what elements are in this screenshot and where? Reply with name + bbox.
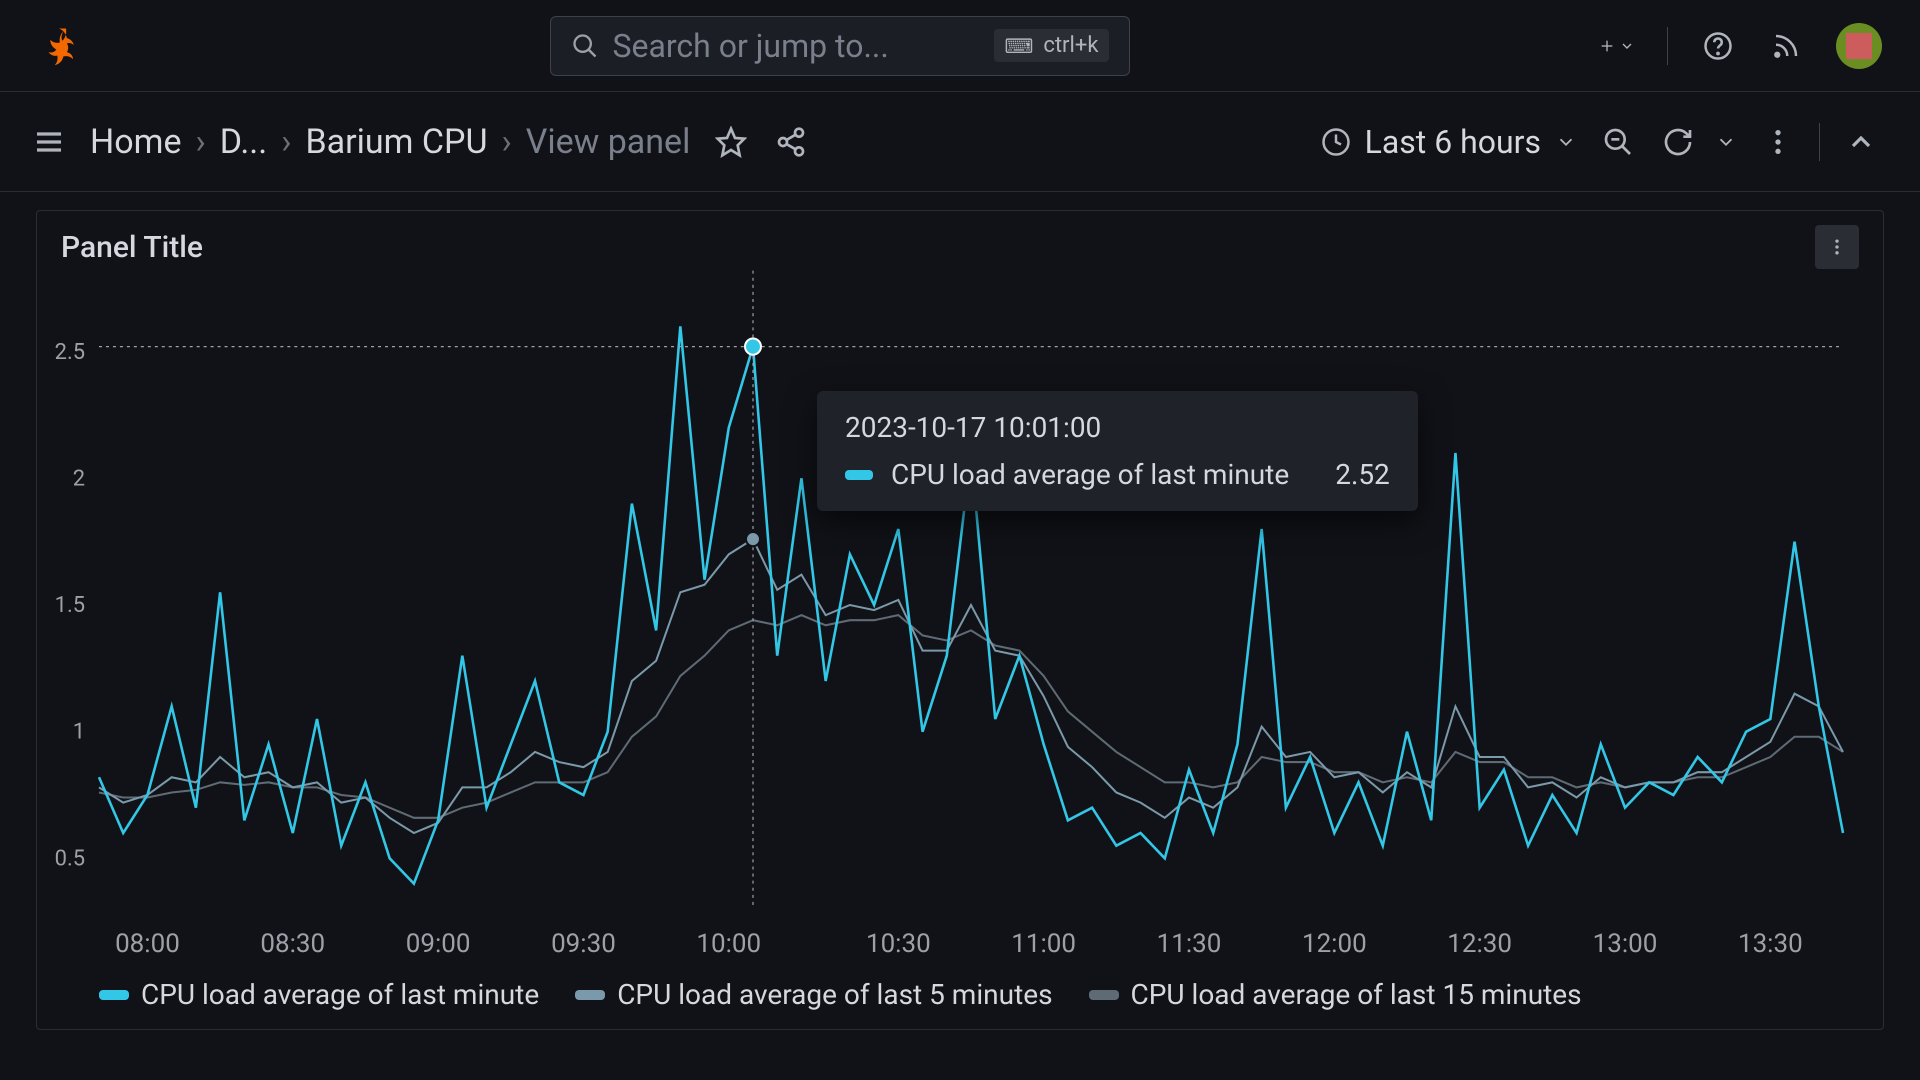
legend: CPU load average of last minute CPU load…	[99, 978, 1843, 1011]
svg-text:0.5: 0.5	[55, 845, 85, 871]
menu-toggle[interactable]	[30, 123, 68, 161]
search-icon	[571, 32, 599, 60]
keyboard-icon: ⌨	[1004, 34, 1033, 58]
zoom-out-button[interactable]	[1599, 123, 1637, 161]
user-avatar[interactable]	[1836, 23, 1882, 69]
svg-text:1: 1	[73, 719, 85, 745]
legend-item[interactable]: CPU load average of last 15 minutes	[1089, 978, 1582, 1011]
breadcrumb-current: View panel	[526, 122, 691, 162]
time-range-picker[interactable]: Last 6 hours	[1321, 123, 1577, 161]
tooltip-series: CPU load average of last minute	[891, 458, 1289, 491]
tooltip-value: 2.52	[1335, 458, 1390, 491]
svg-text:2: 2	[73, 465, 85, 491]
separator	[1819, 123, 1820, 161]
collapse-button[interactable]	[1842, 123, 1880, 161]
search-placeholder: Search or jump to...	[613, 27, 995, 65]
breadcrumb-home[interactable]: Home	[90, 122, 182, 162]
chevron-down-icon	[1555, 131, 1577, 153]
chevron-down-icon	[1619, 31, 1635, 61]
tooltip-time: 2023-10-17 10:01:00	[845, 411, 1390, 444]
tooltip-swatch	[845, 470, 873, 480]
svg-text:1.5: 1.5	[55, 592, 85, 618]
add-button[interactable]	[1599, 28, 1635, 64]
chevron-right-icon: ›	[502, 122, 512, 162]
chevron-down-icon	[1715, 131, 1737, 153]
panel-menu-button[interactable]	[1815, 225, 1859, 269]
legend-item[interactable]: CPU load average of last minute	[99, 978, 539, 1011]
breadcrumb-dashboard[interactable]: Barium CPU	[305, 122, 487, 162]
breadcrumb: Home › D... › Barium CPU › View panel	[90, 122, 690, 162]
refresh-button[interactable]	[1659, 123, 1697, 161]
more-button[interactable]	[1759, 123, 1797, 161]
grafana-logo[interactable]	[38, 25, 80, 67]
chart-tooltip: 2023-10-17 10:01:00 CPU load average of …	[817, 391, 1418, 511]
news-button[interactable]	[1768, 28, 1804, 64]
chevron-right-icon: ›	[281, 122, 291, 162]
clock-icon	[1321, 127, 1351, 157]
global-search[interactable]: Search or jump to... ⌨ ctrl+k	[550, 16, 1130, 76]
panel: Panel Title 0.5 1 1.5 2 2.5 2023-10-17 10:01…	[36, 210, 1884, 1030]
breadcrumb-dashboards[interactable]: D...	[220, 122, 268, 162]
help-button[interactable]	[1700, 28, 1736, 64]
share-button[interactable]	[772, 123, 810, 161]
refresh-picker[interactable]	[1659, 123, 1737, 161]
legend-item[interactable]: CPU load average of last 5 minutes	[575, 978, 1052, 1011]
x-axis: 08:0008:3009:0009:3010:0010:3011:0011:30…	[99, 929, 1843, 959]
favorite-button[interactable]	[712, 123, 750, 161]
search-shortcut: ⌨ ctrl+k	[994, 29, 1108, 62]
separator	[1667, 27, 1668, 65]
time-range-label: Last 6 hours	[1365, 123, 1541, 161]
panel-title: Panel Title	[61, 230, 203, 265]
chevron-right-icon: ›	[196, 122, 206, 162]
svg-text:2.5: 2.5	[55, 339, 85, 365]
